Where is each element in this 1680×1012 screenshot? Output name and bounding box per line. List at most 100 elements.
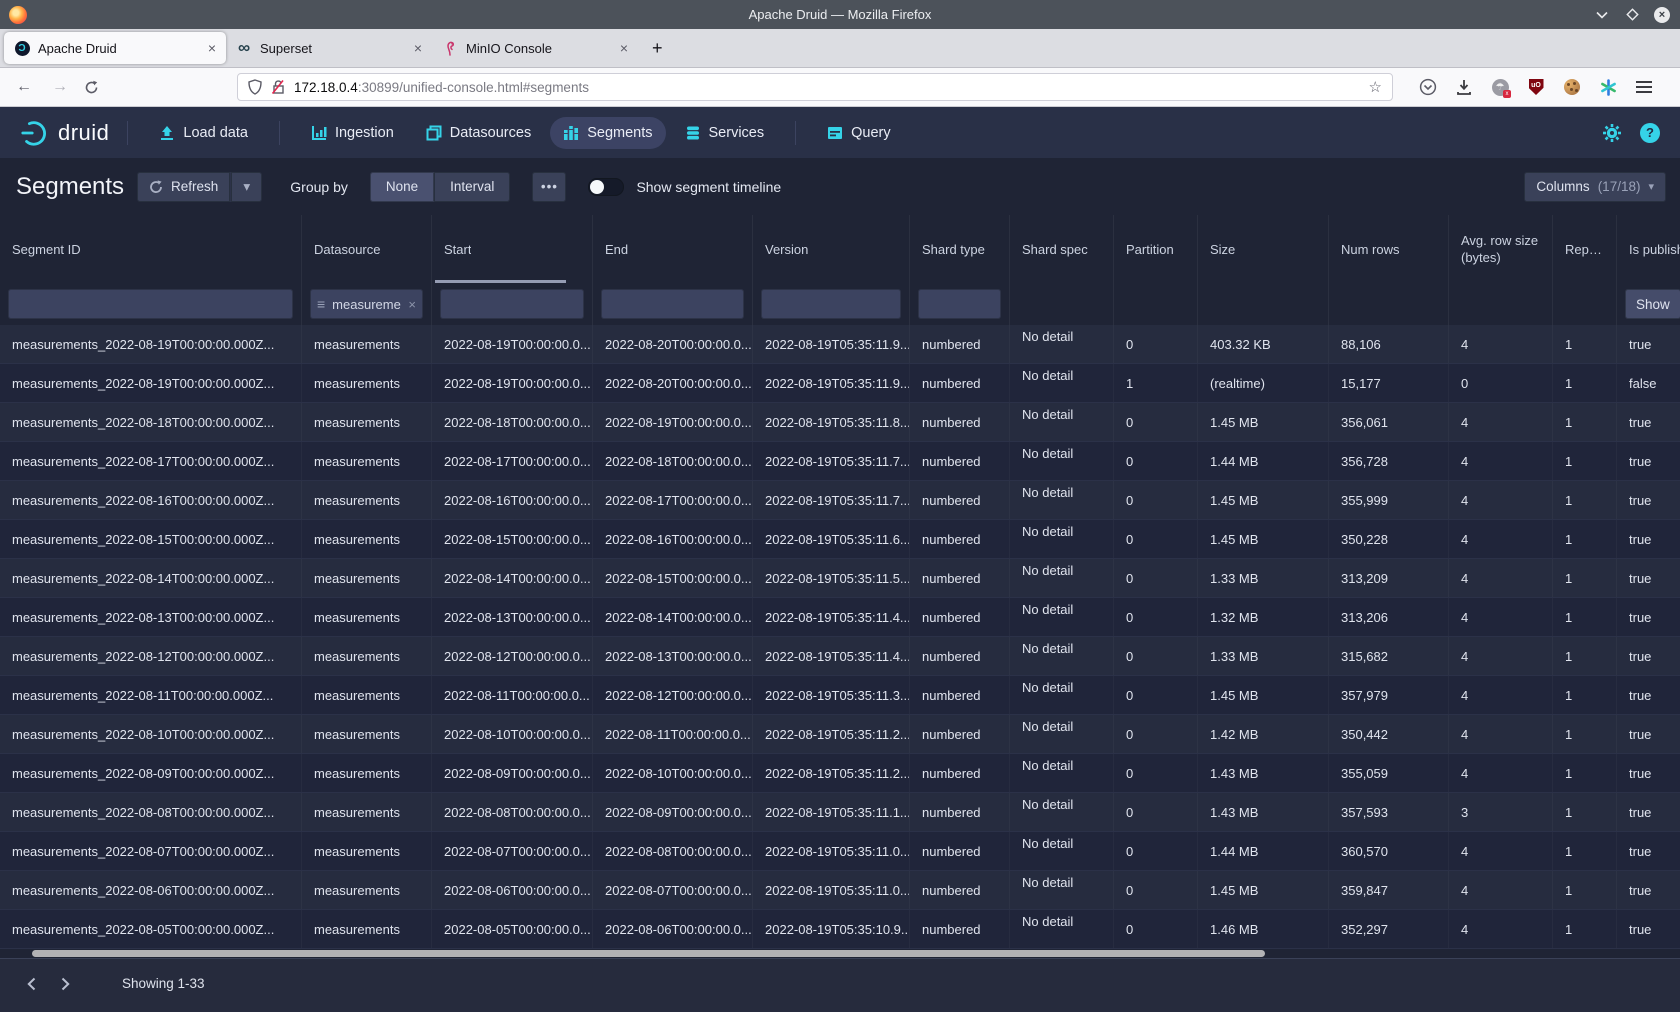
tab-superset[interactable]: ∞ Superset × xyxy=(226,32,432,64)
filter-value[interactable]: measureme xyxy=(332,297,401,312)
cell-replicas: 1 xyxy=(1553,715,1617,753)
refresh-interval-dropdown[interactable]: ▾ xyxy=(230,172,262,202)
previous-page-button[interactable] xyxy=(18,971,44,997)
clear-filter-icon[interactable]: × xyxy=(408,297,416,312)
help-icon[interactable]: ? xyxy=(1640,123,1660,143)
column-header-shard-type[interactable]: Shard type xyxy=(910,215,1010,283)
tab-close-icon[interactable]: × xyxy=(414,40,422,56)
table-row[interactable]: measurements_2022-08-07T00:00:00.000Z...… xyxy=(0,832,1680,871)
insecure-lock-icon[interactable] xyxy=(271,79,285,95)
column-header-segment-id[interactable]: Segment ID xyxy=(0,215,302,283)
cell-segment-id: measurements_2022-08-19T00:00:00.000Z... xyxy=(0,325,302,363)
filter-input-shard-type[interactable] xyxy=(918,289,1001,319)
cell-datasource: measurements xyxy=(302,637,432,675)
more-options-button[interactable]: ••• xyxy=(532,172,566,202)
table-row[interactable]: measurements_2022-08-13T00:00:00.000Z...… xyxy=(0,598,1680,637)
cell-partition: 0 xyxy=(1114,676,1198,714)
bookmark-star-icon[interactable]: ☆ xyxy=(1369,78,1382,96)
filter-chip-datasource[interactable]: ≡measureme× xyxy=(310,289,423,319)
cell-avg-row-size: 4 xyxy=(1449,832,1553,870)
nav-item-segments[interactable]: Segments xyxy=(550,117,665,149)
column-header-partition[interactable]: Partition xyxy=(1114,215,1198,283)
settings-gear-icon[interactable] xyxy=(1602,123,1622,143)
cell-partition: 0 xyxy=(1114,325,1198,363)
cell-start: 2022-08-13T00:00:00.0... xyxy=(432,598,593,636)
table-row[interactable]: measurements_2022-08-17T00:00:00.000Z...… xyxy=(0,442,1680,481)
cell-num-rows: 15,177 xyxy=(1329,364,1449,402)
reload-button[interactable] xyxy=(84,80,108,95)
cell-start: 2022-08-18T00:00:00.0... xyxy=(432,403,593,441)
group-by-interval-button[interactable]: Interval xyxy=(434,172,510,202)
filter-input-end[interactable] xyxy=(601,289,744,319)
tab-close-icon[interactable]: × xyxy=(620,40,628,56)
nav-item-datasources[interactable]: Datasources xyxy=(413,117,544,149)
tab-close-icon[interactable]: × xyxy=(208,40,216,56)
cell-shard-type: numbered xyxy=(910,559,1010,597)
column-header-replicas[interactable]: Replicas xyxy=(1553,215,1617,283)
menu-hamburger-icon[interactable] xyxy=(1632,75,1656,99)
table-row[interactable]: measurements_2022-08-12T00:00:00.000Z...… xyxy=(0,637,1680,676)
column-header-is-published[interactable]: Is published xyxy=(1617,215,1680,283)
table-row[interactable]: measurements_2022-08-19T00:00:00.000Z...… xyxy=(0,364,1680,403)
nav-item-ingestion[interactable]: Ingestion xyxy=(298,117,407,149)
extension-privacy-icon[interactable]: ☂x xyxy=(1488,75,1512,99)
column-header-avg-row-size[interactable]: Avg. row size (bytes) xyxy=(1449,215,1553,283)
new-tab-button[interactable]: + xyxy=(652,38,663,59)
filter-input-segment-id[interactable] xyxy=(8,289,293,319)
table-row[interactable]: measurements_2022-08-09T00:00:00.000Z...… xyxy=(0,754,1680,793)
window-close-button[interactable]: × xyxy=(1654,7,1670,23)
table-row[interactable]: measurements_2022-08-11T00:00:00.000Z...… xyxy=(0,676,1680,715)
table-row[interactable]: measurements_2022-08-08T00:00:00.000Z...… xyxy=(0,793,1680,832)
asterisk-extension-icon[interactable] xyxy=(1596,75,1620,99)
window-maximize-button[interactable] xyxy=(1624,7,1640,23)
cell-avg-row-size: 4 xyxy=(1449,559,1553,597)
shield-icon[interactable] xyxy=(248,79,262,95)
table-row[interactable]: measurements_2022-08-16T00:00:00.000Z...… xyxy=(0,481,1680,520)
column-header-size[interactable]: Size xyxy=(1198,215,1329,283)
table-row[interactable]: measurements_2022-08-10T00:00:00.000Z...… xyxy=(0,715,1680,754)
column-header-datasource[interactable]: Datasource xyxy=(302,215,432,283)
druid-logo[interactable]: druid xyxy=(20,118,109,148)
column-header-start[interactable]: Start xyxy=(432,215,593,283)
nav-item-query[interactable]: Query xyxy=(814,117,904,149)
table-row[interactable]: measurements_2022-08-06T00:00:00.000Z...… xyxy=(0,871,1680,910)
column-header-version[interactable]: Version xyxy=(753,215,910,283)
filter-input-version[interactable] xyxy=(761,289,901,319)
cell-version: 2022-08-19T05:35:11.6... xyxy=(753,520,910,558)
nav-item-load-data[interactable]: Load data xyxy=(146,117,261,149)
ublock-origin-icon[interactable]: uO xyxy=(1524,75,1548,99)
table-row[interactable]: measurements_2022-08-19T00:00:00.000Z...… xyxy=(0,325,1680,364)
horizontal-scrollbar[interactable] xyxy=(32,950,1265,957)
url-bar[interactable]: 172.18.0.4:30899/unified-console.html#se… xyxy=(237,73,1393,101)
cell-num-rows: 359,847 xyxy=(1329,871,1449,909)
forward-button[interactable]: → xyxy=(48,78,72,96)
column-header-shard-spec[interactable]: Shard spec xyxy=(1010,215,1114,283)
back-button[interactable]: ← xyxy=(12,78,36,96)
filter-input-start[interactable] xyxy=(440,289,584,319)
refresh-button[interactable]: Refresh xyxy=(137,172,230,202)
table-row[interactable]: measurements_2022-08-15T00:00:00.000Z...… xyxy=(0,520,1680,559)
cell-partition: 0 xyxy=(1114,715,1198,753)
segments-view-header: Segments Refresh ▾ Group by None Interva… xyxy=(0,158,1680,215)
tab-minio-console[interactable]: MinIO Console × xyxy=(432,32,638,64)
window-minimize-button[interactable] xyxy=(1594,7,1610,23)
table-row[interactable]: measurements_2022-08-05T00:00:00.000Z...… xyxy=(0,910,1680,949)
cookie-extension-icon[interactable] xyxy=(1560,75,1584,99)
is-published-filter-button[interactable]: Show xyxy=(1625,289,1680,319)
cell-num-rows: 315,682 xyxy=(1329,637,1449,675)
cell-start: 2022-08-10T00:00:00.0... xyxy=(432,715,593,753)
url-text[interactable]: 172.18.0.4:30899/unified-console.html#se… xyxy=(294,80,1361,95)
downloads-icon[interactable] xyxy=(1452,75,1476,99)
column-header-num-rows[interactable]: Num rows xyxy=(1329,215,1449,283)
columns-picker-button[interactable]: Columns (17/18) ▾ xyxy=(1524,172,1666,202)
tab-apache-druid[interactable]: Ɔ Apache Druid × xyxy=(4,32,226,64)
group-by-none-button[interactable]: None xyxy=(370,172,434,202)
column-header-end[interactable]: End xyxy=(593,215,753,283)
table-row[interactable]: measurements_2022-08-14T00:00:00.000Z...… xyxy=(0,559,1680,598)
cell-version: 2022-08-19T05:35:11.7... xyxy=(753,442,910,480)
segment-timeline-toggle[interactable] xyxy=(588,178,624,196)
pocket-icon[interactable] xyxy=(1416,75,1440,99)
table-row[interactable]: measurements_2022-08-18T00:00:00.000Z...… xyxy=(0,403,1680,442)
nav-item-services[interactable]: Services xyxy=(672,117,778,149)
next-page-button[interactable] xyxy=(52,971,78,997)
